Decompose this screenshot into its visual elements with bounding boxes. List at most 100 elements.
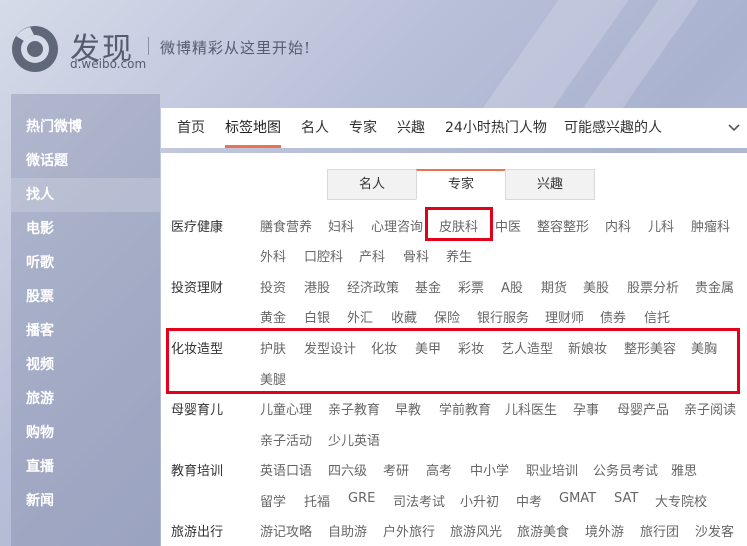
tag-item[interactable]: 旅游美食 (517, 521, 569, 540)
tag-item[interactable]: 经济政策 (347, 277, 399, 296)
tag-item[interactable]: 骨科 (403, 246, 429, 265)
tag-item[interactable]: 心理咨询 (371, 216, 423, 235)
tag-item[interactable]: 小升初 (460, 491, 499, 510)
tag-item[interactable]: 游记攻略 (260, 521, 312, 540)
category-label: 教育培训 (171, 464, 224, 479)
tag-item[interactable]: 股票分析 (627, 277, 679, 296)
tag-item[interactable]: 美股 (583, 277, 609, 296)
tag-item[interactable]: 口腔科 (304, 246, 343, 265)
category-label: 旅游出行 (171, 525, 224, 540)
tag-item[interactable]: 养生 (446, 246, 472, 265)
tag-item[interactable]: 彩票 (458, 277, 484, 296)
tab-tag-map[interactable]: 标签地图 (225, 108, 281, 148)
sidebar-item-find-people[interactable]: 找人 (11, 178, 160, 212)
tag-item[interactable]: 儿童心理 (260, 399, 312, 418)
tag-item[interactable]: 港股 (304, 277, 330, 296)
tag-item[interactable]: 黄金 (260, 307, 286, 326)
tag-item[interactable]: 白银 (304, 307, 330, 326)
tag-item[interactable]: 户外旅行 (383, 521, 435, 540)
tag-item[interactable]: 早教 (395, 399, 421, 418)
tag-map-panel: 名人 专家 兴趣 医疗健康 膳食营养 妇科 心理咨询 皮肤科 中医 整容整形 内… (161, 153, 747, 546)
header: 发现 d.weibo.com 微博精彩从这里开始! (0, 0, 747, 94)
tag-item[interactable]: 雅思 (671, 460, 697, 479)
sidebar-item-music[interactable]: 听歌 (11, 246, 160, 280)
tag-item[interactable]: 中考 (516, 491, 542, 510)
tab-celebrities[interactable]: 名人 (301, 108, 329, 148)
tag-item[interactable]: 基金 (415, 277, 441, 296)
tab-interests[interactable]: 兴趣 (397, 108, 425, 148)
tag-item[interactable]: 收藏 (391, 307, 417, 326)
tag-item[interactable]: 信托 (644, 307, 670, 326)
tag-item[interactable]: 沙发客 (695, 521, 734, 540)
tag-item[interactable]: 中医 (495, 216, 521, 235)
tab-home[interactable]: 首页 (177, 108, 205, 148)
tag-item[interactable]: 职业培训 (526, 460, 578, 479)
tag-item[interactable]: 儿科 (648, 216, 674, 235)
tag-item[interactable]: 考研 (383, 460, 409, 479)
tag-item[interactable]: 旅行团 (640, 521, 679, 540)
tag-item[interactable]: 债券 (600, 307, 626, 326)
tag-item[interactable]: 大专院校 (655, 491, 707, 510)
sidebar-item-topics[interactable]: 微话题 (11, 144, 160, 178)
tag-item[interactable]: 英语口语 (260, 460, 312, 479)
category-label: 母婴育儿 (171, 403, 224, 418)
tag-item[interactable]: 学前教育 (439, 399, 491, 418)
tag-item[interactable]: 亲子活动 (260, 430, 312, 449)
tab-24h-hot-people[interactable]: 24小时热门人物 (445, 108, 547, 148)
tag-item[interactable]: 银行服务 (477, 307, 529, 326)
sidebar-item-stocks[interactable]: 股票 (11, 280, 160, 314)
tag-item[interactable]: 膳食营养 (260, 216, 312, 235)
tag-item[interactable]: 内科 (605, 216, 631, 235)
sidebar-item-movies[interactable]: 电影 (11, 212, 160, 246)
tag-item[interactable]: 期货 (541, 277, 567, 296)
tag-item[interactable]: 外科 (260, 246, 286, 265)
tag-item[interactable]: 理财师 (545, 307, 584, 326)
sidebar-item-hot-weibo[interactable]: 热门微博 (11, 110, 160, 144)
tag-item[interactable]: GRE (348, 491, 375, 506)
tag-item[interactable]: 境外游 (585, 521, 624, 540)
highlight-box-makeup-category (166, 328, 740, 394)
sidebar-item-shopping[interactable]: 购物 (11, 416, 160, 450)
header-divider (148, 37, 149, 55)
tag-item[interactable]: 旅游风光 (450, 521, 502, 540)
tag-item[interactable]: 亲子教育 (328, 399, 380, 418)
tag-item[interactable]: GMAT (559, 491, 596, 506)
tag-item[interactable]: 贵金属 (695, 277, 734, 296)
chevron-down-icon[interactable] (727, 121, 741, 135)
tag-item[interactable]: 自助游 (328, 521, 367, 540)
tag-item[interactable]: 儿科医生 (505, 399, 557, 418)
segment-experts[interactable]: 专家 (416, 169, 506, 200)
sidebar-item-travel[interactable]: 旅游 (11, 382, 160, 416)
weibo-discover-logo-icon[interactable] (10, 24, 60, 74)
tag-item[interactable]: 托福 (304, 491, 330, 510)
tag-item[interactable]: 高考 (426, 460, 452, 479)
tag-item[interactable]: SAT (614, 491, 638, 506)
sidebar-item-videos[interactable]: 视频 (11, 348, 160, 382)
tag-item[interactable]: 司法考试 (393, 491, 445, 510)
tag-item[interactable]: 四六级 (328, 460, 367, 479)
tag-item[interactable]: 外汇 (347, 307, 373, 326)
tag-item[interactable]: 产科 (359, 246, 385, 265)
sidebar-item-live[interactable]: 直播 (11, 450, 160, 484)
tag-item[interactable]: 公务员考试 (593, 460, 658, 479)
tag-item[interactable]: 母婴产品 (617, 399, 669, 418)
tab-experts[interactable]: 专家 (349, 108, 377, 148)
category-label: 投资理财 (171, 281, 224, 296)
tag-item[interactable]: 整容整形 (537, 216, 589, 235)
tag-item[interactable]: 留学 (260, 491, 286, 510)
tag-item[interactable]: 投资 (260, 277, 286, 296)
tag-item[interactable]: 妇科 (328, 216, 354, 235)
tag-item[interactable]: 孕事 (573, 399, 599, 418)
tag-item[interactable]: 亲子阅读 (684, 399, 736, 418)
tag-item[interactable]: 少儿英语 (328, 430, 380, 449)
sidebar-item-podcasts[interactable]: 播客 (11, 314, 160, 348)
tag-item[interactable]: 肿瘤科 (691, 216, 730, 235)
tab-people-you-may-like[interactable]: 可能感兴趣的人 (564, 108, 662, 148)
logo-domain: d.weibo.com (70, 57, 147, 71)
sidebar-item-news[interactable]: 新闻 (11, 484, 160, 518)
segment-interests[interactable]: 兴趣 (505, 169, 595, 200)
tag-item[interactable]: 中小学 (470, 460, 509, 479)
tag-item[interactable]: A股 (501, 277, 523, 296)
tag-item[interactable]: 保险 (434, 307, 460, 326)
segment-celebrities[interactable]: 名人 (327, 169, 417, 200)
